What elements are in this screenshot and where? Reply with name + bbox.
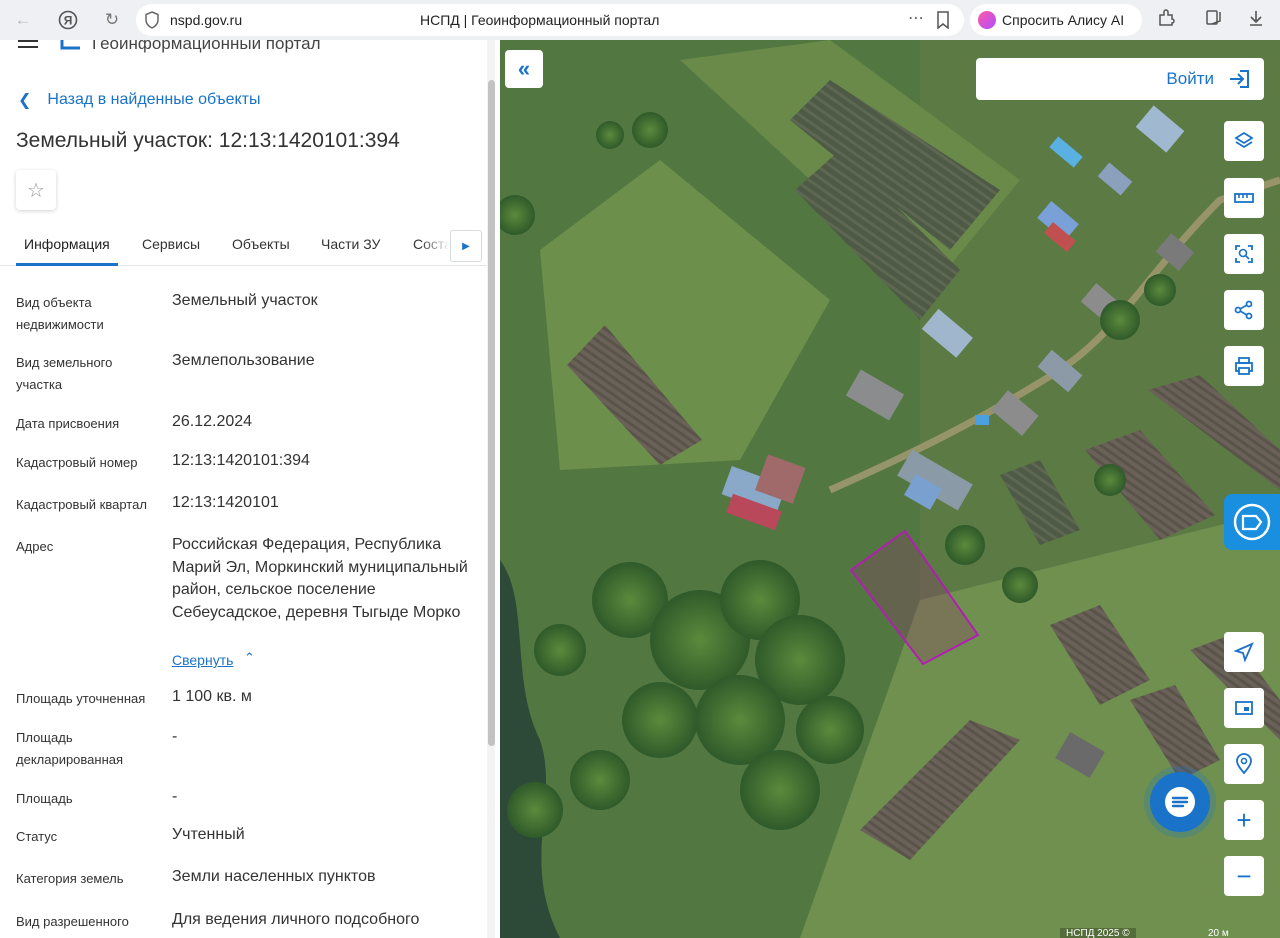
plus-icon: + [1236, 804, 1252, 835]
navigation-arrow-icon [1233, 642, 1254, 663]
prop-label-area-specified: Площадь уточненная [16, 691, 146, 706]
page-title: Земельный участок: 12:13:1420101:394 [16, 129, 400, 152]
star-icon: ☆ [27, 179, 45, 202]
menu-icon[interactable] [18, 40, 38, 52]
prop-label-object-type: Вид объекта недвижимости [16, 295, 104, 332]
alisa-icon [978, 11, 996, 29]
prop-value-permitted-use: Для ведения личного подсобного [172, 911, 420, 928]
yandex-icon[interactable]: Я [53, 5, 83, 35]
share-icon [1234, 300, 1253, 320]
map-copyright: НСПД 2025 © [1060, 928, 1136, 938]
prop-value-land-category: Земли населенных пунктов [172, 868, 376, 885]
caret-right-icon: ▶ [462, 240, 470, 252]
active-tab-indicator [16, 263, 118, 266]
portal-name: Геоинформационный портал [92, 40, 321, 53]
tab-services[interactable]: Сервисы [142, 236, 200, 252]
minimap-icon [1235, 701, 1253, 715]
tabs-scroll-right-button[interactable]: ▶ [450, 230, 482, 262]
svg-text:Я: Я [64, 14, 73, 28]
double-chevron-left-icon: « [517, 56, 531, 81]
prop-label-area-declared: Площадь декларированная [16, 730, 124, 767]
chat-icon [1165, 787, 1195, 817]
favorite-button[interactable]: ☆ [16, 170, 56, 210]
prop-value-address: Российская Федерация, Республика Марий Э… [172, 536, 468, 621]
layers-icon [1234, 131, 1254, 149]
page-tab-title: НСПД | Геоинформационный портал [420, 12, 660, 28]
prop-value-cadastral-quarter: 12:13:1420101 [172, 494, 279, 511]
printer-icon [1235, 357, 1253, 375]
back-to-results-link[interactable]: ❮ Назад в найденные объекты [18, 90, 261, 110]
login-label: Войти [1166, 69, 1214, 88]
prop-value-area: - [172, 788, 178, 805]
browser-toolbar: ← Я ↻ nspd.gov.ru НСПД | Геоинформационн… [0, 0, 1280, 40]
alisa-label: Спросить Алису AI [1002, 12, 1125, 28]
ruler-icon [1234, 193, 1254, 203]
prop-value-assign-date: 26.12.2024 [172, 413, 253, 430]
layers-button[interactable] [1224, 121, 1264, 161]
login-icon [1230, 70, 1249, 88]
bookmark-icon[interactable] [936, 11, 950, 29]
back-icon[interactable]: ← [8, 5, 38, 35]
feedback-icon [1233, 503, 1271, 541]
shield-icon [145, 11, 159, 29]
select-area-button[interactable] [1224, 234, 1264, 274]
prop-label-status: Статус [16, 829, 58, 844]
prop-label-permitted-use: Вид разрешенного [16, 914, 129, 929]
share-button[interactable] [1224, 290, 1264, 330]
collapse-panel-button[interactable]: « [505, 50, 543, 88]
portal-logo-icon [60, 40, 80, 50]
prop-label-cadastral-quarter: Кадастровый квартал [16, 497, 147, 512]
zoom-out-button[interactable]: − [1224, 856, 1264, 896]
back-link-label: Назад в найденные объекты [47, 91, 261, 108]
area-select-icon [1235, 245, 1253, 263]
prop-label-address: Адрес [16, 539, 54, 554]
login-button[interactable]: Войти [976, 58, 1264, 100]
pin-search-icon [1236, 753, 1252, 775]
chat-button[interactable] [1150, 772, 1210, 832]
tabs-fade [420, 230, 450, 264]
collapse-link[interactable]: Свернуть [172, 652, 233, 668]
panel-scrollbar-thumb[interactable] [488, 80, 495, 746]
tab-information[interactable]: Информация [24, 236, 110, 252]
print-button[interactable] [1224, 346, 1264, 386]
minimap-button[interactable] [1224, 688, 1264, 728]
tab-parts[interactable]: Части ЗУ [321, 236, 380, 252]
object-tabs: Информация Сервисы Объекты Части ЗУ Сост… [0, 230, 488, 266]
prop-value-area-specified: 1 100 кв. м [172, 688, 252, 705]
prop-value-area-declared: - [172, 728, 178, 745]
download-icon[interactable] [1244, 8, 1268, 32]
prop-value-parcel-type: Землепользование [172, 352, 315, 369]
prop-label-assign-date: Дата присвоения [16, 416, 120, 431]
object-info-panel: Геоинформационный портал ❮ Назад в найде… [0, 40, 500, 938]
minus-icon: − [1236, 860, 1252, 891]
prop-label-area: Площадь [16, 791, 73, 806]
prop-value-status: Учтенный [172, 826, 245, 843]
collections-icon[interactable] [1202, 8, 1226, 32]
chevron-left-icon: ❮ [18, 92, 32, 109]
feedback-widget-button[interactable] [1224, 494, 1280, 550]
prop-label-land-category: Категория земель [16, 871, 124, 886]
reload-icon[interactable]: ↻ [97, 5, 127, 35]
chevron-up-icon[interactable]: ⌃ [244, 650, 255, 666]
more-icon[interactable]: ⋯ [908, 8, 925, 28]
ask-alisa-button[interactable]: Спросить Алису AI [970, 4, 1142, 36]
address-domain: nspd.gov.ru [170, 12, 243, 28]
map-scale: 20 м [1208, 928, 1229, 938]
extensions-icon[interactable] [1155, 8, 1179, 32]
location-search-button[interactable] [1224, 744, 1264, 784]
prop-label-cadastral-number: Кадастровый номер [16, 455, 138, 470]
prop-value-object-type: Земельный участок [172, 292, 318, 309]
tab-objects[interactable]: Объекты [232, 236, 290, 252]
address-bar[interactable]: nspd.gov.ru НСПД | Геоинформационный пор… [136, 4, 964, 36]
prop-label-parcel-type: Вид земельного участка [16, 355, 113, 392]
prop-value-cadastral-number: 12:13:1420101:394 [172, 452, 310, 469]
locate-me-button[interactable] [1224, 632, 1264, 672]
measure-button[interactable] [1224, 178, 1264, 218]
zoom-in-button[interactable]: + [1224, 800, 1264, 840]
